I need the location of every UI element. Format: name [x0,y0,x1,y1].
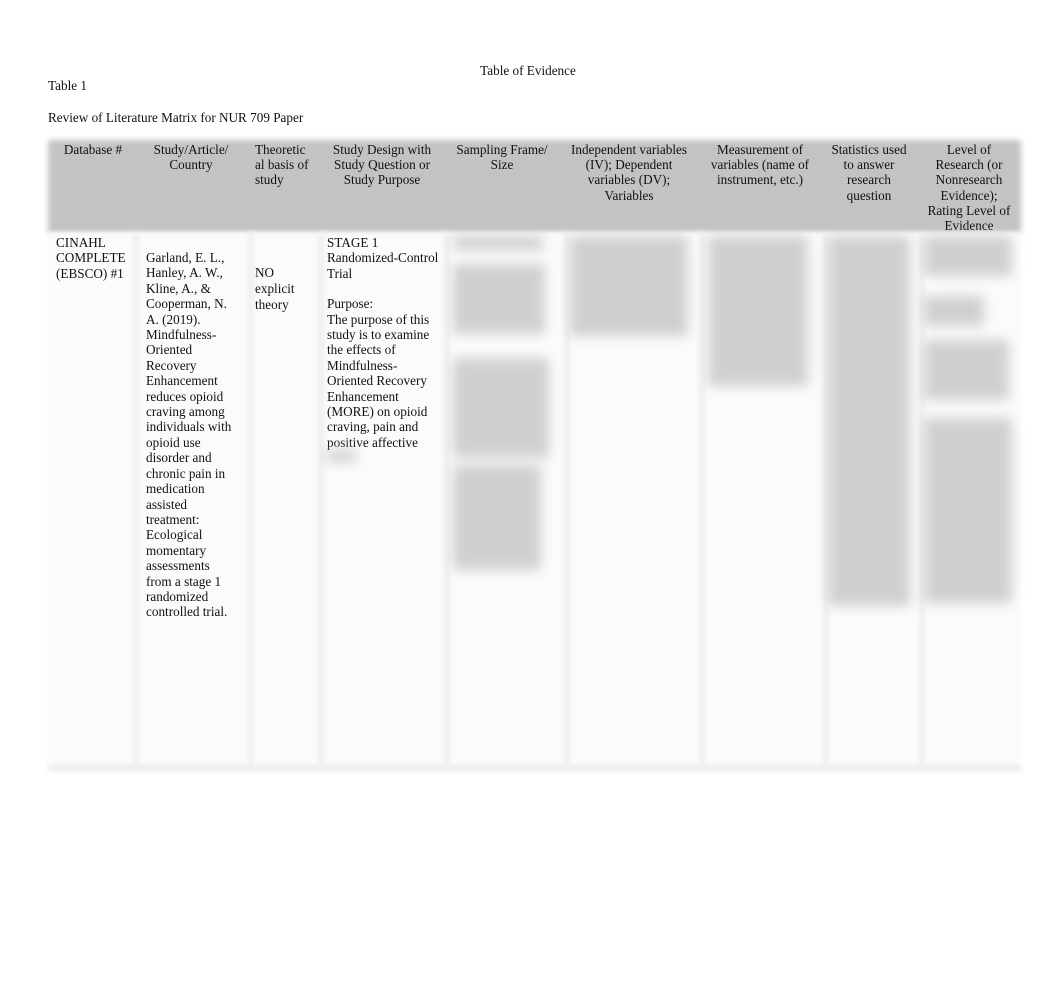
obscured-measurement-text [708,236,808,386]
obscured-text [326,450,356,462]
obscured-sampling-text [453,465,541,570]
obscured-level-text [924,236,1012,276]
cell-design: STAGE 1 Randomized-Control Trial Purpose… [327,235,439,450]
column-divider [699,232,705,772]
obscured-sampling-text [453,358,549,458]
obscured-statistics-text [828,236,910,606]
obscured-level-text [924,340,1009,400]
table-caption: Review of Literature Matrix for NUR 709 … [48,110,304,125]
column-divider [318,232,324,772]
obscured-sampling-text [453,264,545,334]
header-statistics: Statistics used to answer research quest… [831,142,907,203]
column-divider [133,232,139,772]
column-divider [444,232,450,772]
obscured-variables-text [570,236,688,336]
header-theoretical-basis: Theoretic al basis of study [255,142,309,188]
evidence-table: Database # Study/Article/ Country Theore… [48,140,1021,773]
obscured-level-text [924,418,1012,603]
header-database: Database # [63,142,123,157]
header-measurement: Measurement of variables (name of instru… [710,142,810,188]
cell-database: CINAHL COMPLETE (EBSCO) #1 [56,235,126,281]
table-label: Table 1 [48,78,87,93]
cell-study: Garland, E. L., Hanley, A. W., Kline, A.… [146,250,232,620]
purpose-text: The purpose of this study is to examine … [327,311,430,450]
cell-theory: NO explicit theory [255,265,295,312]
obscured-level-text [924,296,984,326]
purpose-label: Purpose: [327,296,374,312]
header-level-of-evidence: Level of Research (or Nonresearch Eviden… [927,142,1011,234]
header-study-design: Study Design with Study Question or Stud… [332,142,432,188]
header-study: Study/Article/ Country [153,142,229,173]
obscured-sampling-text [453,236,543,250]
table-bottom-border [48,765,1021,771]
study-design-text: STAGE 1 Randomized-Control Trial [327,235,439,281]
header-sampling: Sampling Frame/ Size [456,142,548,173]
header-variables: Independent variables (IV); Dependent va… [570,142,688,203]
document-title: Table of Evidence [480,63,576,78]
column-divider [248,232,254,772]
